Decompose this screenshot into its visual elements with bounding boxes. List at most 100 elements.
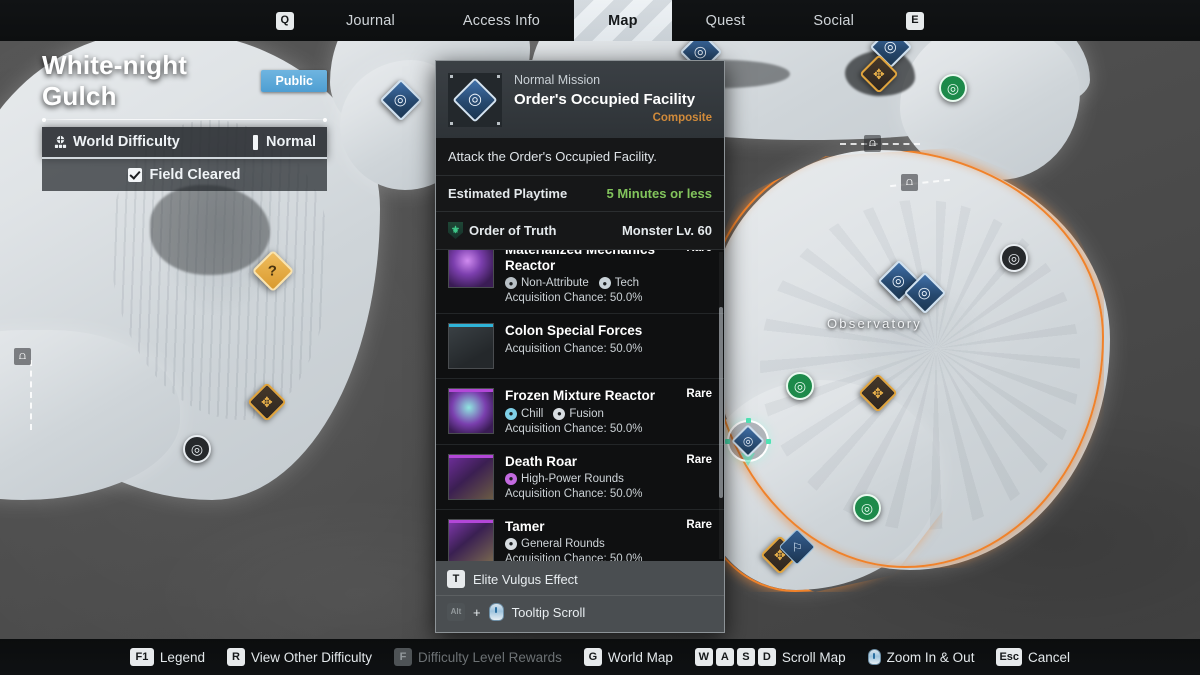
reward-item-body: Colon Special Forces Acquisition Chance: …: [505, 323, 695, 369]
map-marker-outpost-west-mid[interactable]: ◎: [786, 372, 814, 400]
map-path-west: [30, 360, 32, 430]
map-bridge-icon-east: ⩍: [901, 174, 918, 191]
faction-label-wrap: ⚜ Order of Truth: [448, 222, 556, 239]
reward-row[interactable]: Frozen Mixture Reactor ● Chill ● Fusion Acqui…: [436, 379, 724, 445]
reward-tag: ● Chill: [505, 407, 543, 420]
mission-description: Attack the Order's Occupied Facility.: [436, 138, 724, 176]
marker-glyph: ◎: [946, 80, 960, 96]
world-difficulty-row[interactable]: World Difficulty Normal: [42, 127, 327, 159]
reward-item-body: Death Roar ● High-Power Rounds Acquisition …: [505, 454, 669, 500]
tab-journal[interactable]: Journal: [312, 0, 429, 41]
hint-keys: WASD: [694, 648, 776, 666]
reward-list[interactable]: Materialized Mechanics Reactor ● Non-Attri…: [436, 250, 724, 561]
hint-cancel[interactable]: Esc Cancel: [996, 648, 1070, 666]
key-badge-esc: Esc: [996, 648, 1023, 666]
reward-list-scrollbar[interactable]: [719, 252, 723, 559]
reward-acquisition-chance: Acquisition Chance: 50.0%: [505, 552, 643, 561]
reward-tag: ● Tech: [598, 277, 639, 290]
marker-glyph: ◎: [1007, 250, 1021, 266]
non-attribute-icon: ●: [505, 277, 517, 290]
weapon-launcher-icon: [449, 457, 493, 499]
faction-row: ⚜ Order of Truth Monster Lv. 60: [436, 212, 724, 250]
reward-row[interactable]: Tamer ● General Rounds Acquisition Chance: …: [436, 510, 724, 561]
tab-quest[interactable]: Quest: [672, 0, 780, 41]
map-marker-resource-west[interactable]: ✥: [247, 382, 287, 422]
tab-access-info[interactable]: Access Info: [429, 0, 574, 41]
map-marker-outpost-south[interactable]: ◎: [853, 494, 881, 522]
checkbox-checked-icon: [128, 168, 143, 182]
plus-sign: +: [473, 604, 481, 620]
map-marker-flag-south[interactable]: ⚐: [778, 528, 816, 566]
scrollbar-thumb[interactable]: [719, 307, 723, 498]
monster-level-value: Monster Lv. 60: [621, 223, 712, 238]
difficulty-level-bar: [253, 134, 259, 150]
hint-legend[interactable]: F1 Legend: [129, 648, 205, 666]
status-badge-public: Public: [261, 70, 327, 92]
marker-glyph: ⚐: [791, 539, 803, 554]
map-marker-player-position[interactable]: ◎: [725, 418, 771, 466]
marker-glyph: ✥: [261, 393, 273, 410]
marker-glyph: ◎: [190, 441, 204, 457]
reward-item-icon: [448, 388, 494, 435]
key-badge-f: F: [394, 648, 413, 666]
tab-map-label: Map: [608, 12, 638, 29]
marker-glyph: ◎: [892, 272, 906, 290]
estimated-playtime-row: Estimated Playtime 5 Minutes or less: [436, 176, 724, 212]
key-badge-f1: F1: [129, 648, 154, 666]
reactor-purple-icon: [449, 250, 493, 287]
tab-social-label: Social: [813, 12, 855, 29]
map-marker-mission-north[interactable]: ◎: [379, 78, 423, 122]
reward-acquisition-chance: Acquisition Chance: 50.0%: [505, 292, 643, 305]
fusion-icon: ●: [553, 407, 566, 420]
marker-glyph: ◎: [884, 38, 898, 56]
mission-diamond-icon: ◎: [452, 77, 498, 123]
field-cleared-row: Field Cleared: [42, 159, 327, 191]
tab-journal-label: Journal: [345, 12, 395, 29]
reward-tag: ● Non-Attribute: [505, 277, 589, 290]
key-badge-alt: Alt: [447, 603, 465, 621]
reward-row[interactable]: Death Roar ● High-Power Rounds Acquisition …: [436, 445, 724, 510]
marker-glyph: ◎: [394, 91, 408, 109]
reward-tag-label: Non-Attribute: [521, 277, 589, 290]
reward-item-body: Tamer ● General Rounds Acquisition Chance: …: [505, 519, 669, 561]
tab-map[interactable]: Map: [574, 0, 672, 41]
hint-label: Cancel: [1028, 649, 1071, 665]
module-card-icon: [449, 327, 493, 369]
shield-icon: ⚜: [448, 222, 463, 239]
hint-world-map[interactable]: G World Map: [583, 648, 673, 666]
marker-glyph: ✥: [873, 65, 885, 82]
reward-rarity-label: [706, 323, 712, 369]
mission-header-text: Normal Mission Order's Occupied Facility…: [514, 73, 712, 127]
footer-hint-elite-effect[interactable]: T Elite Vulgus Effect: [436, 563, 724, 595]
world-difficulty-label: World Difficulty: [73, 134, 180, 150]
map-marker-outpost-southwest[interactable]: ◎: [183, 435, 211, 463]
tab-prev-key[interactable]: Q: [258, 0, 312, 41]
reward-item-name: Death Roar: [505, 453, 578, 469]
hint-keys: R: [226, 648, 245, 666]
map-bridge-icon-west: ⩍: [14, 348, 31, 365]
hint-zoom-in-out[interactable]: Zoom In & Out: [867, 649, 975, 665]
tab-social[interactable]: Social: [779, 0, 888, 41]
hint-label: Zoom In & Out: [886, 649, 975, 665]
estimated-playtime-value: 5 Minutes or less: [606, 186, 712, 201]
mission-tooltip-footer: T Elite Vulgus Effect Alt + Tooltip Scro…: [436, 561, 724, 632]
hint-scroll-map[interactable]: W A S D Scroll Map: [694, 648, 846, 666]
map-marker-quest-west[interactable]: ?: [251, 249, 295, 293]
key-badge-q: Q: [275, 11, 294, 30]
tab-next-key[interactable]: E: [888, 0, 942, 41]
map-marker-resource-center[interactable]: ✥: [858, 373, 898, 413]
marker-glyph: ◎: [694, 43, 708, 61]
map-marker-resource-north[interactable]: ✥: [859, 54, 899, 94]
chill-icon: ●: [505, 407, 517, 420]
map-marker-outpost-east[interactable]: ◎: [1000, 244, 1028, 272]
marker-glyph: ✥: [872, 384, 884, 401]
reward-row[interactable]: Materialized Mechanics Reactor ● Non-Attri…: [436, 250, 724, 315]
marker-glyph: ◎: [793, 378, 807, 394]
map-marker-outpost-ne[interactable]: ◎: [939, 74, 967, 102]
hint-view-other-difficulty[interactable]: R View Other Difficulty: [226, 648, 372, 666]
mission-subtype-label: Composite: [652, 112, 712, 125]
map-marker-mission-obs-b[interactable]: ◎: [903, 271, 947, 315]
footer-hint-tooltip-scroll[interactable]: Alt + Tooltip Scroll: [436, 595, 724, 628]
world-difficulty-label-wrap: World Difficulty: [53, 134, 180, 150]
reward-row[interactable]: Colon Special Forces Acquisition Chance: …: [436, 314, 724, 380]
